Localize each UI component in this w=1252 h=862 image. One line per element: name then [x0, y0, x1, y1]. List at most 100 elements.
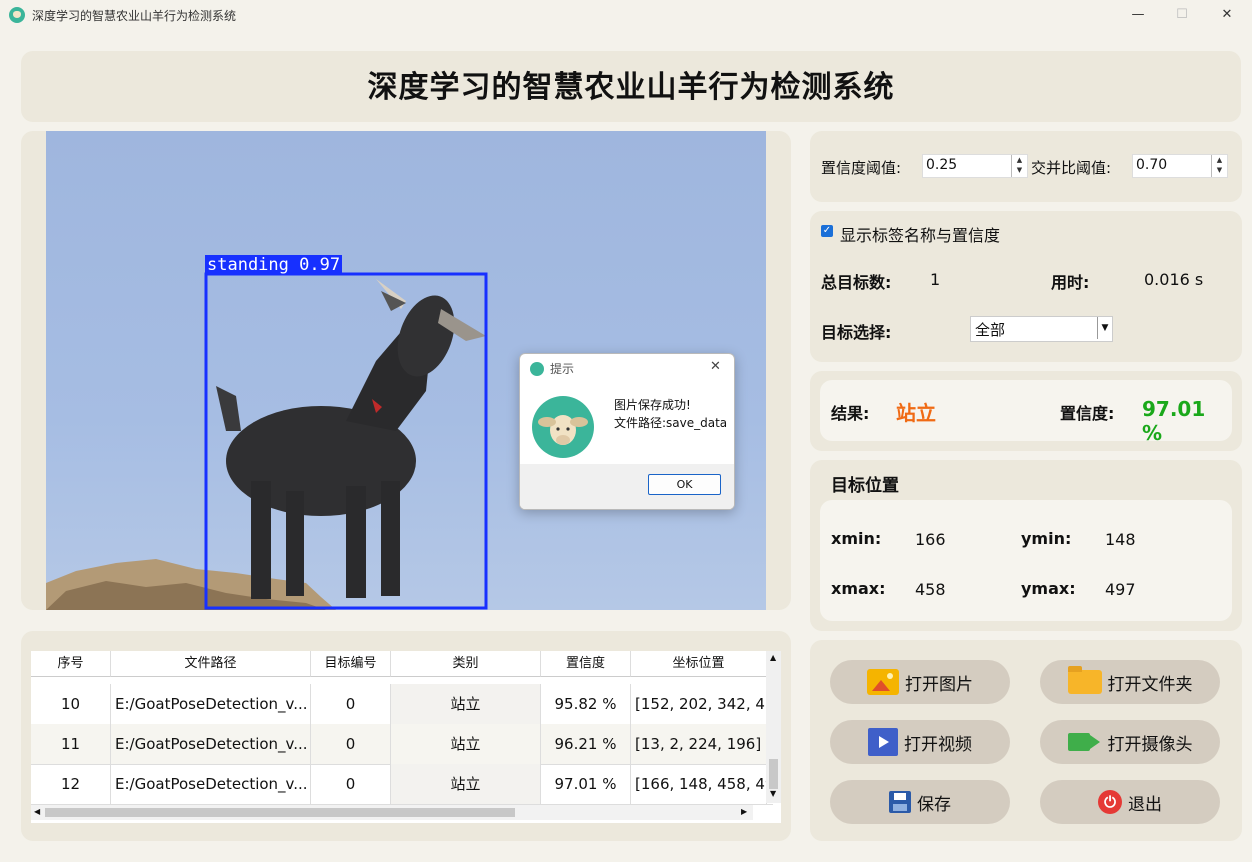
conf-threshold-spinbox[interactable]: 0.25 ▲ ▼: [922, 154, 1028, 178]
cell-confidence: 96.21 %: [541, 724, 631, 764]
scroll-down-icon[interactable]: ▼: [770, 789, 776, 798]
results-table: 序号 文件路径 目标编号 类别 置信度 坐标位置 10 E:/GoatPoseD…: [31, 651, 781, 823]
dialog-app-icon: [530, 362, 544, 376]
dialog-close-icon[interactable]: ✕: [710, 359, 721, 374]
table-header: 序号 文件路径 目标编号 类别 置信度 坐标位置: [31, 651, 767, 677]
video-icon: [868, 728, 898, 756]
goat-avatar-icon: [532, 396, 594, 458]
chevron-down-icon[interactable]: ▼: [1097, 317, 1112, 339]
show-labels-label[interactable]: 显示标签名称与置信度: [840, 222, 1000, 246]
cell-target-id: 0: [311, 764, 391, 804]
table-row[interactable]: 10 E:/GoatPoseDetection_v... 0 站立 95.82 …: [31, 684, 773, 725]
cell-class: 站立: [391, 764, 541, 804]
scroll-up-icon[interactable]: ▲: [770, 653, 776, 662]
spin-arrows-icon[interactable]: ▲ ▼: [1211, 155, 1227, 177]
col-header-path[interactable]: 文件路径: [111, 651, 311, 677]
col-header-coords[interactable]: 坐标位置: [631, 651, 767, 677]
result-confidence-label: 置信度:: [1060, 404, 1115, 423]
cell-path: E:/GoatPoseDetection_v...: [111, 764, 311, 804]
scroll-thumb[interactable]: [769, 759, 778, 789]
page-title: 深度学习的智慧农业山羊行为检测系统: [367, 70, 895, 105]
buttons-panel: 打开图片 打开文件夹 打开视频 打开摄像头 保存 ⏻ 退出: [810, 640, 1242, 841]
time-value: 0.016 s: [1144, 270, 1204, 289]
cell-path: E:/GoatPoseDetection_v...: [111, 724, 311, 764]
col-header-class[interactable]: 类别: [391, 651, 541, 677]
ymax-label: ymax:: [1021, 579, 1076, 598]
result-inner: 结果: 站立 置信度: 97.01 %: [820, 380, 1232, 445]
iou-threshold-value: 0.70: [1136, 157, 1168, 173]
cell-path: E:/GoatPoseDetection_v...: [111, 684, 311, 724]
cell-target-id: 0: [311, 724, 391, 764]
col-header-index[interactable]: 序号: [31, 651, 111, 677]
iou-threshold-spinbox[interactable]: 0.70 ▲ ▼: [1132, 154, 1228, 178]
camera-icon: [1067, 733, 1100, 751]
scroll-right-icon[interactable]: ▶: [741, 807, 747, 816]
col-header-target-id[interactable]: 目标编号: [311, 651, 391, 677]
open-folder-label: 打开文件夹: [1107, 674, 1193, 695]
col-header-confidence[interactable]: 置信度: [541, 651, 631, 677]
cell-index: 12: [31, 764, 111, 804]
vertical-scrollbar[interactable]: ▲ ▼: [766, 651, 781, 803]
cell-coords: [152, 202, 342, 479]: [631, 684, 767, 724]
options-panel: ✓ 显示标签名称与置信度 总目标数: 1 用时: 0.016 s 目标选择: 全…: [810, 211, 1242, 362]
header-panel: 深度学习的智慧农业山羊行为检测系统: [21, 51, 1241, 122]
result-value: 站立: [896, 401, 936, 425]
exit-button[interactable]: ⏻ 退出: [1040, 780, 1220, 824]
goat-app-icon: [9, 7, 25, 23]
ymin-label: ymin:: [1021, 529, 1072, 548]
power-icon: ⏻: [1098, 790, 1122, 814]
total-targets-value: 1: [930, 270, 941, 289]
window-title: 深度学习的智慧农业山羊行为检测系统: [32, 9, 237, 23]
cell-index: 11: [31, 724, 111, 764]
open-image-button[interactable]: 打开图片: [830, 660, 1010, 704]
maximize-button[interactable]: ☐: [1160, 4, 1204, 26]
folder-icon: [1067, 666, 1102, 694]
exit-label: 退出: [1128, 794, 1162, 815]
dialog-footer: OK: [520, 464, 734, 509]
cell-class: 站立: [391, 684, 541, 724]
save-icon: [889, 791, 911, 813]
position-panel: 目标位置 xmin: 166 ymin: 148 xmax: 458 ymax:…: [810, 460, 1242, 631]
total-targets-label: 总目标数:: [821, 273, 892, 292]
position-title: 目标位置: [831, 476, 899, 496]
target-select-dropdown[interactable]: 全部 ▼: [970, 316, 1113, 342]
image-icon: [867, 669, 899, 695]
result-panel: 结果: 站立 置信度: 97.01 %: [810, 371, 1242, 451]
result-label: 结果:: [831, 404, 870, 423]
target-select-label: 目标选择:: [821, 323, 892, 342]
cell-coords: [166, 148, 458, 497]: [631, 764, 767, 804]
open-folder-button[interactable]: 打开文件夹: [1040, 660, 1220, 704]
spin-arrows-icon[interactable]: ▲ ▼: [1011, 155, 1027, 177]
close-button[interactable]: ✕: [1205, 4, 1249, 26]
scroll-left-icon[interactable]: ◀: [34, 807, 40, 816]
save-button[interactable]: 保存: [830, 780, 1010, 824]
cell-coords: [13, 2, 224, 196]: [631, 724, 767, 764]
cell-index: 10: [31, 684, 111, 724]
minimize-button[interactable]: —: [1116, 4, 1160, 26]
xmax-value: 458: [915, 580, 946, 599]
open-image-label: 打开图片: [905, 674, 973, 695]
ymin-value: 148: [1105, 530, 1136, 549]
show-labels-checkbox[interactable]: ✓: [821, 225, 833, 237]
open-camera-button[interactable]: 打开摄像头: [1040, 720, 1220, 764]
position-inner: xmin: 166 ymin: 148 xmax: 458 ymax: 497: [820, 500, 1232, 621]
dialog-message-line2: 文件路径:save_data: [614, 416, 728, 430]
table-row[interactable]: 11 E:/GoatPoseDetection_v... 0 站立 96.21 …: [31, 724, 773, 765]
time-label: 用时:: [1051, 273, 1090, 292]
table-row[interactable]: 12 E:/GoatPoseDetection_v... 0 站立 97.01 …: [31, 764, 773, 805]
conf-threshold-label: 置信度阈值:: [821, 159, 902, 177]
xmin-label: xmin:: [831, 529, 882, 548]
open-camera-label: 打开摄像头: [1107, 734, 1193, 755]
ymax-value: 497: [1105, 580, 1136, 599]
horizontal-scrollbar[interactable]: ◀ ▶: [31, 805, 753, 820]
dialog-ok-button[interactable]: OK: [648, 474, 721, 495]
target-select-value: 全部: [975, 321, 1006, 339]
xmin-value: 166: [915, 530, 946, 549]
open-video-button[interactable]: 打开视频: [830, 720, 1010, 764]
scroll-thumb-h[interactable]: [45, 808, 515, 817]
threshold-panel: 置信度阈值: 0.25 ▲ ▼ 交并比阈值: 0.70 ▲ ▼: [810, 131, 1242, 202]
cell-class: 站立: [391, 724, 541, 764]
dialog-title: 提示: [550, 362, 575, 376]
detection-label: standing 0.97: [205, 255, 343, 275]
save-success-dialog: 提示 ✕ 图片保存成功! 文件路径:save_data OK: [519, 353, 735, 510]
